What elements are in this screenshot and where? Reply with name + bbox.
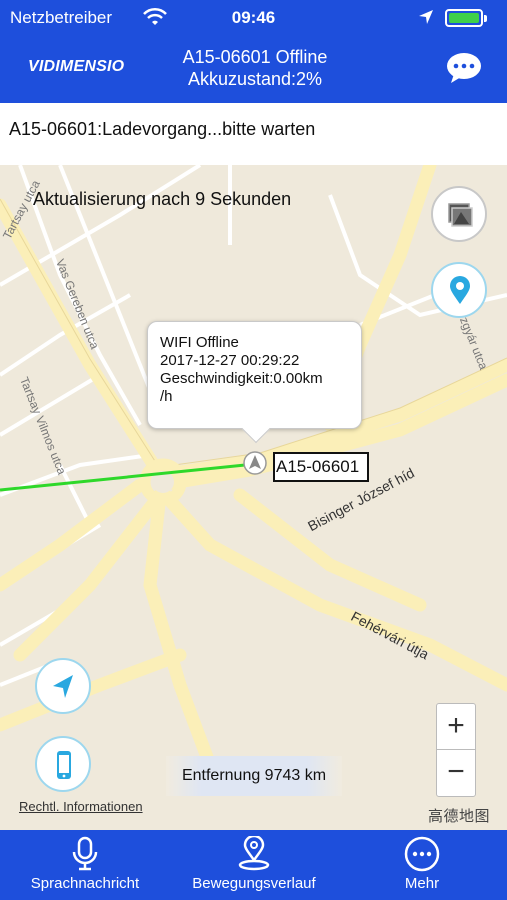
map-view[interactable]: Vas Gereben utca Tartsay Vilmos utca Tar… <box>0 165 507 830</box>
device-marker-icon[interactable] <box>243 451 267 475</box>
microphone-icon <box>72 836 98 871</box>
map-roads <box>0 165 507 772</box>
zoom-control: + − <box>436 703 476 797</box>
tab-more[interactable]: Mehr <box>372 830 472 900</box>
tab-label: Mehr <box>404 875 440 892</box>
status-bar: Netzbetreiber 09:46 <box>0 0 507 36</box>
popup-timestamp: 2017-12-27 00:29:22 <box>160 352 300 369</box>
charging-notice: A15-06601:Ladevorgang...bitte warten <box>0 103 507 165</box>
locate-device-button[interactable] <box>431 262 487 318</box>
page-title: A15-06601 Offline Akkuzustand:2% <box>130 46 380 90</box>
refresh-countdown: Aktualisierung nach 9 Sekunden <box>33 189 292 209</box>
map-layers-icon <box>448 203 473 227</box>
popup-speed-unit: /h <box>160 388 173 405</box>
brand-logo: VIDIMENSIO <box>28 58 125 75</box>
navigation-arrow-icon <box>53 675 73 698</box>
popup-status: WIFI Offline <box>160 334 239 351</box>
chat-bubble-icon[interactable] <box>446 52 482 84</box>
phone-icon <box>57 751 71 779</box>
device-status-title: A15-06601 Offline <box>182 47 328 67</box>
location-arrow-icon <box>419 10 433 24</box>
battery-icon <box>445 9 487 27</box>
phone-location-button[interactable] <box>35 736 91 792</box>
zoom-out-button[interactable]: − <box>437 750 475 796</box>
top-bar: Netzbetreiber 09:46 VIDIMENSIO A15-06601… <box>0 0 507 103</box>
device-info-popup: WIFI Offline 2017-12-27 00:29:22 Geschwi… <box>147 321 362 444</box>
zoom-in-button[interactable]: + <box>437 704 475 750</box>
route-pin-icon <box>238 836 270 871</box>
popup-speed: Geschwindigkeit:0.00km <box>160 370 323 387</box>
tab-label: Sprachnachricht <box>30 875 140 892</box>
distance-label: Entfernung 9743 km <box>166 756 342 796</box>
tab-label: Bewegungsverlauf <box>192 875 316 892</box>
bottom-tab-bar: Sprachnachricht Bewegungsverlauf Mehr <box>0 830 507 900</box>
device-label: A15-06601 <box>273 452 369 482</box>
map-pin-icon <box>450 276 470 304</box>
battery-status-title: Akkuzustand:2% <box>187 69 323 89</box>
navigate-button[interactable] <box>35 658 91 714</box>
legal-info-link[interactable]: Rechtl. Informationen <box>19 799 143 814</box>
map-provider-logo: 高德地图 <box>428 808 491 825</box>
tab-movement-history[interactable]: Bewegungsverlauf <box>178 830 330 900</box>
more-dots-icon <box>404 836 440 872</box>
tab-voice-message[interactable]: Sprachnachricht <box>10 830 160 900</box>
map-layer-button[interactable] <box>431 186 487 242</box>
